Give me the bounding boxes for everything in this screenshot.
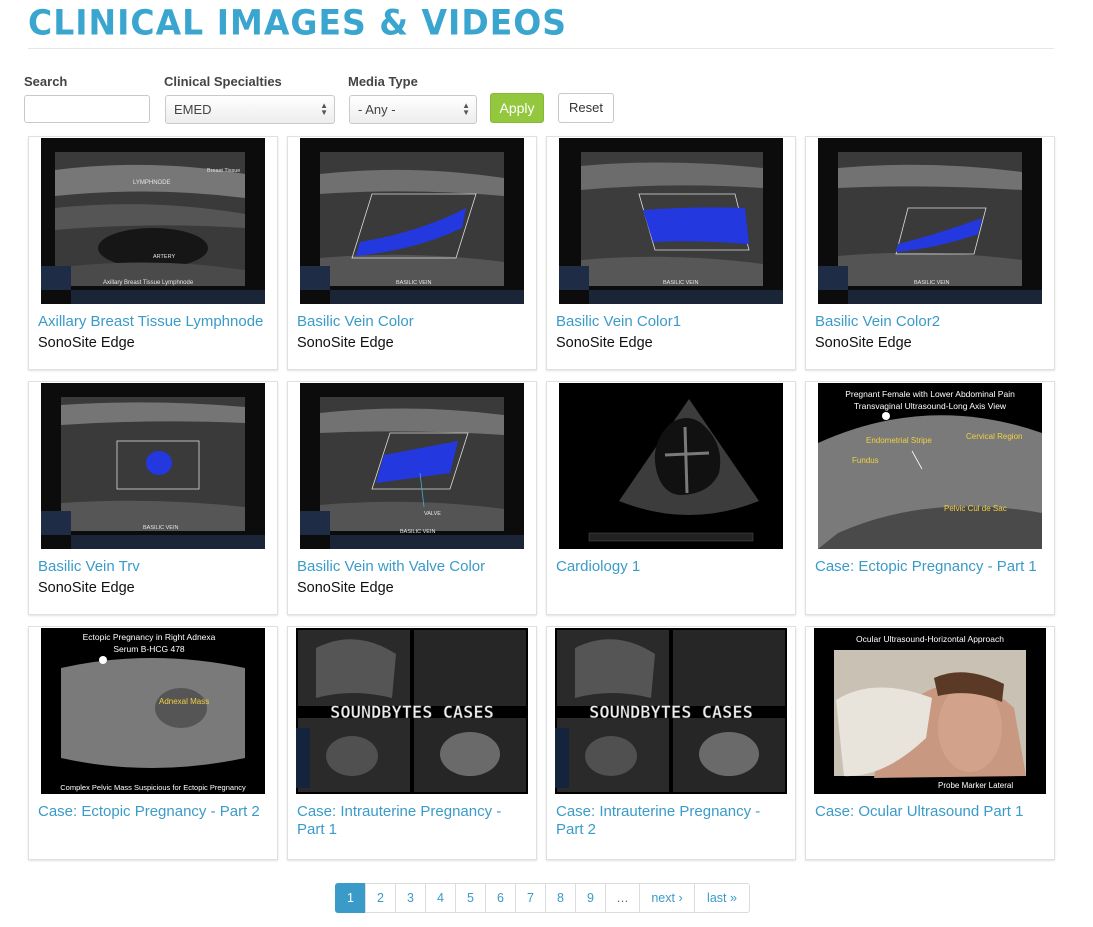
- video-thumbnail[interactable]: Ocular Ultrasound-Horizontal Approach Pr…: [814, 628, 1046, 794]
- page-link-1[interactable]: 1: [335, 883, 366, 913]
- video-thumbnail[interactable]: SOUNDBYTES CASES: [296, 628, 528, 794]
- card-title-link[interactable]: Case: Ectopic Pregnancy - Part 2: [38, 803, 272, 821]
- card-subtitle: SonoSite Edge: [297, 580, 394, 596]
- card-title-link[interactable]: Axillary Breast Tissue Lymphnode: [38, 313, 272, 331]
- card-title-link[interactable]: Basilic Vein Color: [297, 313, 531, 331]
- reset-button[interactable]: Reset: [558, 93, 614, 123]
- thumb-caption: ARTERY: [153, 254, 175, 260]
- thumb-caption: Complex Pelvic Mass Suspicious for Ectop…: [60, 783, 246, 792]
- ultrasound-thumbnail[interactable]: LYMPHNODE Breast Tissue ARTERY Axillary …: [41, 138, 265, 304]
- ultrasound-thumbnail[interactable]: [559, 383, 783, 549]
- page-link-6[interactable]: 6: [485, 883, 516, 913]
- page-link-4[interactable]: 4: [425, 883, 456, 913]
- card-title-link[interactable]: Case: Intrauterine Pregnancy - Part 1: [297, 803, 531, 839]
- card-title-link[interactable]: Basilic Vein with Valve Color: [297, 558, 531, 576]
- media-card[interactable]: LYMPHNODE Breast Tissue ARTERY Axillary …: [28, 136, 278, 370]
- select-arrows-icon: ▲ ▼: [462, 101, 470, 117]
- thumb-caption: BASILIC VEIN: [396, 280, 431, 286]
- thumb-caption: Ectopic Pregnancy in Right Adnexa: [83, 632, 216, 642]
- media-card[interactable]: VALVE BASILIC VEIN Basilic Vein with Val…: [287, 381, 537, 615]
- page-link-8[interactable]: 8: [545, 883, 576, 913]
- thumb-caption: LYMPHNODE: [133, 180, 171, 186]
- card-subtitle: SonoSite Edge: [815, 335, 912, 351]
- page-link-2[interactable]: 2: [365, 883, 396, 913]
- thumb-caption: SOUNDBYTES CASES: [589, 703, 753, 723]
- media-card[interactable]: Cardiology 1: [546, 381, 796, 615]
- media-type-label: Media Type: [348, 74, 418, 89]
- thumb-caption: Serum B-HCG 478: [113, 644, 185, 654]
- thumb-caption: Adnexal Mass: [159, 697, 209, 706]
- card-subtitle: SonoSite Edge: [297, 335, 394, 351]
- thumb-caption: Endometrial Stripe: [866, 436, 932, 445]
- media-type-select[interactable]: - Any - ▲ ▼: [349, 95, 477, 124]
- page-link-9[interactable]: 9: [575, 883, 606, 913]
- thumb-caption: BASILIC VEIN: [914, 280, 949, 286]
- thumb-caption: Pelvic Cul de Sac: [944, 504, 1007, 513]
- media-type-value: - Any -: [358, 102, 396, 117]
- card-title-link[interactable]: Cardiology 1: [556, 558, 790, 576]
- thumb-caption: BASILIC VEIN: [400, 529, 435, 535]
- search-input[interactable]: [24, 95, 150, 123]
- card-subtitle: SonoSite Edge: [38, 335, 135, 351]
- ultrasound-thumbnail[interactable]: Ectopic Pregnancy in Right Adnexa Serum …: [41, 628, 265, 794]
- specialties-value: EMED: [174, 102, 212, 117]
- thumb-caption: BASILIC VEIN: [143, 525, 178, 531]
- title-divider: [28, 48, 1054, 49]
- thumb-caption: Axillary Breast Tissue Lymphnode: [103, 280, 194, 286]
- thumb-caption: VALVE: [424, 511, 441, 517]
- card-title-link[interactable]: Case: Intrauterine Pregnancy - Part 2: [556, 803, 790, 839]
- video-thumbnail[interactable]: SOUNDBYTES CASES: [555, 628, 787, 794]
- media-card[interactable]: BASILIC VEIN Basilic Vein Color1 SonoSit…: [546, 136, 796, 370]
- pagination: 1 2 3 4 5 6 7 8 9 … next › last »: [335, 883, 750, 913]
- thumb-caption: Breast Tissue: [207, 168, 240, 174]
- thumb-caption: Ocular Ultrasound-Horizontal Approach: [856, 634, 1004, 644]
- card-title-link[interactable]: Basilic Vein Trv: [38, 558, 272, 576]
- page-link-5[interactable]: 5: [455, 883, 486, 913]
- ultrasound-thumbnail[interactable]: VALVE BASILIC VEIN: [300, 383, 524, 549]
- next-page-link[interactable]: next ›: [639, 883, 695, 913]
- media-card[interactable]: SOUNDBYTES CASES Case: Intrauterine Preg…: [287, 626, 537, 860]
- card-title-link[interactable]: Case: Ectopic Pregnancy - Part 1: [815, 558, 1049, 576]
- specialties-label: Clinical Specialties: [164, 74, 282, 89]
- card-title-link[interactable]: Case: Ocular Ultrasound Part 1: [815, 803, 1049, 821]
- media-card[interactable]: BASILIC VEIN Basilic Vein Color2 SonoSit…: [805, 136, 1055, 370]
- select-arrows-icon: ▲ ▼: [320, 101, 328, 117]
- thumb-caption: Probe Marker Lateral: [938, 781, 1013, 790]
- thumb-caption: Pregnant Female with Lower Abdominal Pai…: [845, 389, 1015, 399]
- ultrasound-thumbnail[interactable]: Pregnant Female with Lower Abdominal Pai…: [818, 383, 1042, 549]
- thumb-caption: BASILIC VEIN: [663, 280, 698, 286]
- media-card[interactable]: BASILIC VEIN Basilic Vein Color SonoSite…: [287, 136, 537, 370]
- thumb-caption: SOUNDBYTES CASES: [330, 703, 494, 723]
- card-title-link[interactable]: Basilic Vein Color2: [815, 313, 1049, 331]
- card-subtitle: SonoSite Edge: [556, 335, 653, 351]
- thumb-caption: Transvaginal Ultrasound-Long Axis View: [854, 401, 1007, 411]
- last-page-link[interactable]: last »: [694, 883, 750, 913]
- ultrasound-thumbnail[interactable]: BASILIC VEIN: [818, 138, 1042, 304]
- specialties-select[interactable]: EMED ▲ ▼: [165, 95, 335, 124]
- page-ellipsis: …: [605, 883, 640, 913]
- media-card[interactable]: Ocular Ultrasound-Horizontal Approach Pr…: [805, 626, 1055, 860]
- card-title-link[interactable]: Basilic Vein Color1: [556, 313, 790, 331]
- ultrasound-thumbnail[interactable]: BASILIC VEIN: [559, 138, 783, 304]
- ultrasound-thumbnail[interactable]: BASILIC VEIN: [41, 383, 265, 549]
- thumb-caption: Fundus: [852, 456, 879, 465]
- media-card[interactable]: Pregnant Female with Lower Abdominal Pai…: [805, 381, 1055, 615]
- ultrasound-thumbnail[interactable]: BASILIC VEIN: [300, 138, 524, 304]
- apply-button[interactable]: Apply: [490, 93, 544, 123]
- card-subtitle: SonoSite Edge: [38, 580, 135, 596]
- search-label: Search: [24, 74, 68, 89]
- thumb-caption: Cervical Region: [966, 432, 1022, 441]
- page-title: CLINICAL IMAGES & VIDEOS: [28, 2, 568, 43]
- media-card[interactable]: BASILIC VEIN Basilic Vein Trv SonoSite E…: [28, 381, 278, 615]
- media-card[interactable]: Ectopic Pregnancy in Right Adnexa Serum …: [28, 626, 278, 860]
- media-card[interactable]: SOUNDBYTES CASES Case: Intrauterine Preg…: [546, 626, 796, 860]
- page-link-7[interactable]: 7: [515, 883, 546, 913]
- page-link-3[interactable]: 3: [395, 883, 426, 913]
